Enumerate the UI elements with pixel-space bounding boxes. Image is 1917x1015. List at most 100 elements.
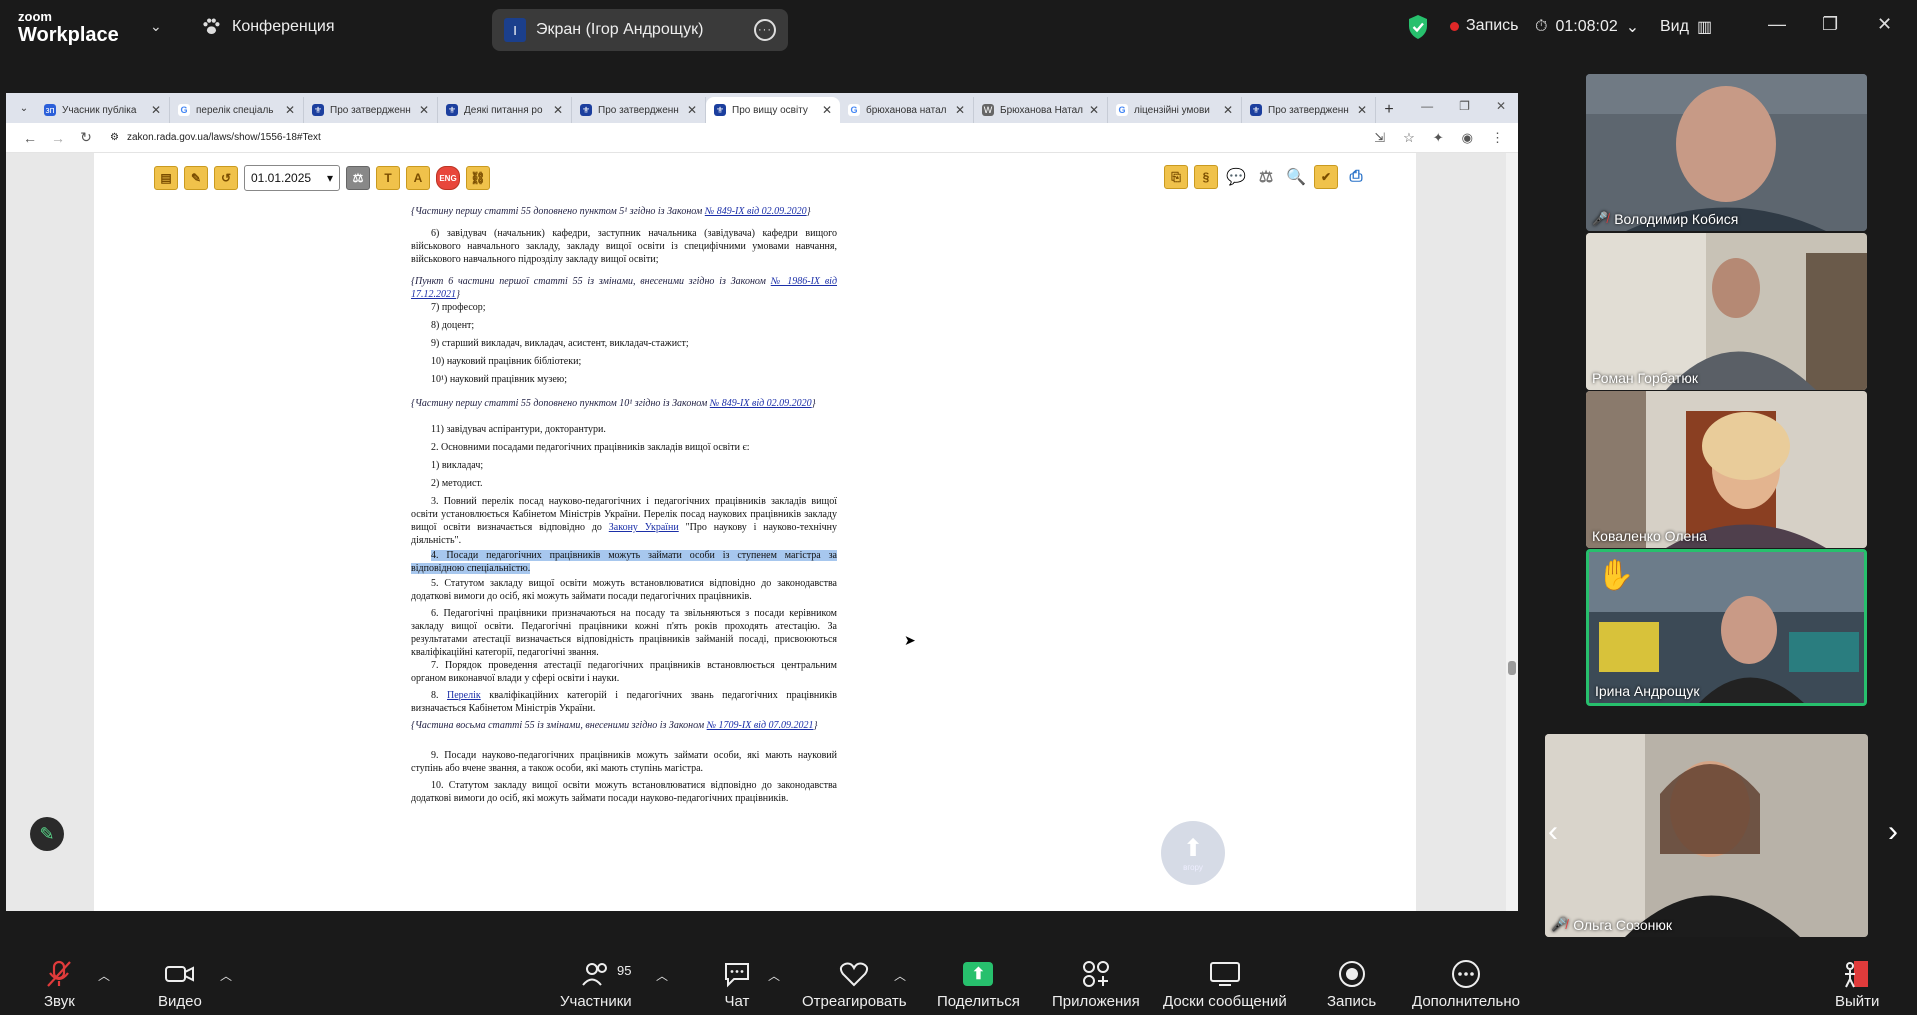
video-button[interactable]: Видео	[158, 957, 202, 1010]
law-paragraph: 6. Педагогічні працівники призначаються …	[411, 608, 837, 658]
browser-tab[interactable]: W Брюханова Натал ✕	[974, 97, 1108, 123]
record-icon	[1337, 957, 1367, 991]
scales-icon[interactable]: ⚖	[1254, 165, 1278, 189]
tab-close-icon[interactable]: ✕	[1357, 103, 1367, 117]
tab-favicon-icon: ⚜	[1250, 104, 1262, 116]
chevron-up-icon[interactable]: ︿	[656, 967, 668, 984]
meeting-title[interactable]: Конференция	[200, 16, 335, 38]
record-dot-icon	[1450, 21, 1459, 31]
tab-close-icon[interactable]: ✕	[1223, 103, 1233, 117]
audio-button[interactable]: Звук	[44, 957, 75, 1010]
tab-close-icon[interactable]: ✕	[151, 103, 161, 117]
font-icon[interactable]: A	[406, 166, 430, 190]
minimize-icon[interactable]: —	[1421, 99, 1433, 113]
checkmark-icon[interactable]: ✔	[1314, 165, 1338, 189]
text-icon[interactable]: T	[376, 166, 400, 190]
install-app-icon[interactable]: ⇲	[1374, 130, 1385, 146]
law-link[interactable]: № 849-IX від 02.09.2020	[705, 206, 807, 217]
browser-tab[interactable]: ⚜ Про вищу освіту ✕	[706, 97, 840, 123]
extensions-icon[interactable]: ✦	[1433, 130, 1444, 146]
tab-close-icon[interactable]: ✕	[955, 103, 965, 117]
whiteboards-button[interactable]: Доски сообщений	[1163, 957, 1287, 1010]
law-link[interactable]: № 1709-IX від 07.09.2021	[707, 720, 814, 731]
participant-video-tile[interactable]: 🎤̸ Володимир Кобися	[1586, 74, 1867, 231]
recording-indicator[interactable]: Запись	[1450, 17, 1519, 35]
tab-close-icon[interactable]: ✕	[822, 103, 832, 117]
page-scrollbar[interactable]	[1506, 153, 1518, 911]
search-icon[interactable]: 🔍	[1284, 165, 1308, 189]
law-link[interactable]: Закону України	[609, 522, 679, 533]
apps-button[interactable]: Приложения	[1052, 957, 1140, 1010]
tab-close-icon[interactable]: ✕	[553, 103, 563, 117]
forward-icon[interactable]: →	[44, 130, 72, 146]
bookmark-star-icon[interactable]: ☆	[1403, 130, 1415, 146]
browser-tab[interactable]: ⚜ Деякі питання ро ✕	[438, 97, 572, 123]
new-tab-button[interactable]: +	[1376, 97, 1402, 123]
paragraph-icon[interactable]: §	[1194, 165, 1218, 189]
participant-video-tile[interactable]: Роман Горбатюк	[1586, 233, 1867, 390]
kebab-menu-icon[interactable]: ⋮	[1491, 130, 1504, 146]
encryption-shield-icon[interactable]	[1407, 14, 1429, 40]
participant-video-tile[interactable]: 🎤̸ Ольга Созонюк	[1545, 734, 1868, 937]
law-paragraph: 5. Статутом закладу вищої освіти можуть …	[411, 578, 837, 602]
card-icon[interactable]: ▤	[154, 166, 178, 190]
chevron-down-icon[interactable]: ⌄	[150, 18, 162, 35]
comments-icon[interactable]: 💬	[1224, 165, 1248, 189]
site-info-icon[interactable]: ⚙	[110, 132, 119, 143]
close-icon[interactable]: ✕	[1877, 14, 1892, 35]
tab-close-icon[interactable]: ✕	[687, 103, 697, 117]
profile-icon[interactable]: ◉	[1462, 130, 1473, 146]
browser-tab[interactable]: Gперелік спеціаль ✕	[170, 97, 304, 123]
more-options-icon[interactable]: ···	[754, 19, 776, 41]
tab-close-icon[interactable]: ✕	[419, 103, 429, 117]
browser-tab[interactable]: ⚜ Про затвердженн ✕	[572, 97, 706, 123]
link-icon[interactable]: ⛓	[466, 166, 490, 190]
participant-video-tile[interactable]: Коваленко Олена	[1586, 391, 1867, 548]
law-link[interactable]: № 849-IX від 02.09.2020	[710, 398, 812, 409]
law-paragraph: 10¹) науковий працівник музею;	[431, 374, 568, 385]
restore-icon[interactable]: ❐	[1822, 14, 1838, 35]
restore-icon[interactable]: ❐	[1459, 99, 1470, 113]
scroll-to-top-button[interactable]: ⬆ вгору	[1161, 821, 1225, 885]
minimize-icon[interactable]: —	[1768, 14, 1786, 35]
chevron-up-icon[interactable]: ︿	[98, 967, 110, 984]
chevron-left-icon[interactable]: ‹	[1548, 815, 1558, 849]
browser-tab[interactable]: ⚜ Про затвердженн ✕	[1242, 97, 1376, 123]
chevron-right-icon[interactable]: ›	[1888, 815, 1898, 849]
record-button[interactable]: Запись	[1327, 957, 1376, 1010]
compare-scales-icon[interactable]: ⚖	[346, 166, 370, 190]
reload-icon[interactable]: ↻	[72, 129, 100, 146]
share-screen-button[interactable]: ⬆ Поделиться	[937, 957, 1020, 1010]
participant-video-tile-active[interactable]: ✋ Ірина Андрощук	[1586, 549, 1867, 706]
browser-tab[interactable]: зп Учасник публіка ✕	[36, 97, 170, 123]
edit-pen-button[interactable]: ✎	[30, 817, 64, 851]
view-menu[interactable]: Вид ▥	[1660, 17, 1712, 37]
browser-tab[interactable]: Gліцензійні умови ✕	[1108, 97, 1242, 123]
leave-button[interactable]: Выйти	[1835, 957, 1879, 1010]
back-icon[interactable]: ←	[16, 130, 44, 146]
revision-date-select[interactable]: 01.01.2025 ▾	[244, 165, 340, 191]
browser-tab[interactable]: ⚜ Про затвердженн ✕	[304, 97, 438, 123]
scrollbar-thumb[interactable]	[1508, 661, 1516, 675]
tab-search-icon[interactable]: ⌄	[12, 97, 36, 119]
close-icon[interactable]: ✕	[1496, 99, 1506, 113]
eng-translation-icon[interactable]: ENG	[436, 166, 460, 190]
url-field[interactable]: ⚙ zakon.rada.gov.ua/laws/show/1556-18#Te…	[110, 132, 321, 143]
print-icon[interactable]: ⎙	[1344, 165, 1368, 189]
documents-icon[interactable]: ⎘	[1164, 165, 1188, 189]
react-button[interactable]: Отреагировать	[802, 957, 907, 1010]
chevron-up-icon[interactable]: ︿	[768, 967, 780, 984]
law-link[interactable]: Перелік	[447, 690, 481, 701]
more-button[interactable]: Дополнительно	[1412, 957, 1520, 1010]
browser-tab[interactable]: Gбрюханова натал ✕	[840, 97, 974, 123]
tab-favicon-icon: ⚜	[714, 104, 726, 116]
screen-share-indicator[interactable]: I Экран (Ігор Андрощук) ···	[492, 9, 788, 51]
chevron-up-icon[interactable]: ︿	[894, 967, 906, 984]
chat-button[interactable]: Чат	[722, 957, 752, 1010]
chevron-up-icon[interactable]: ︿	[220, 967, 232, 984]
history-icon[interactable]: ↺	[214, 166, 238, 190]
meeting-timer[interactable]: ⏱ 01:08:02 ⌄	[1535, 17, 1639, 37]
tab-close-icon[interactable]: ✕	[1089, 103, 1099, 117]
edit-note-icon[interactable]: ✎	[184, 166, 208, 190]
tab-close-icon[interactable]: ✕	[285, 103, 295, 117]
